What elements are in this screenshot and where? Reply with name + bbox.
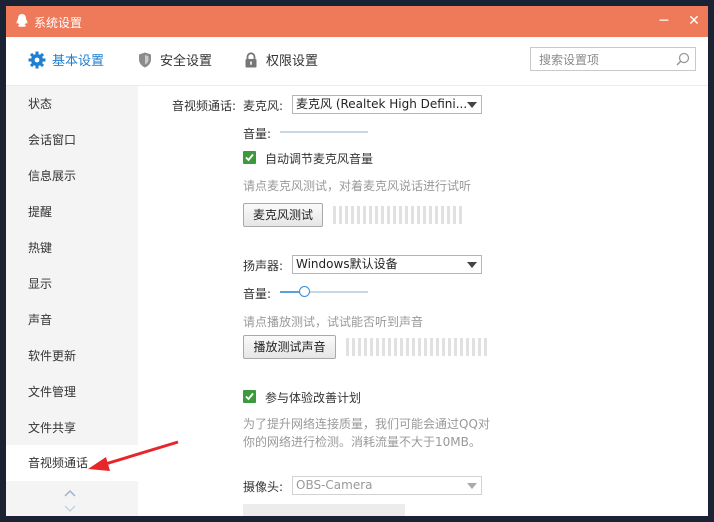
speaker-volume-label: 音量:	[243, 287, 272, 301]
av-section-label: 音视频通话:	[172, 99, 237, 113]
window-title: 系统设置	[34, 16, 83, 30]
gear-icon	[28, 51, 46, 69]
sidebar-item-info-display[interactable]: 信息展示	[6, 158, 138, 194]
sidebar-item-display[interactable]: 显示	[6, 266, 138, 302]
top-tab-bar: 基本设置 安全设置 权限设置	[6, 37, 708, 86]
improve-program-checkbox[interactable]	[243, 390, 256, 403]
tab-basic-settings-label: 基本设置	[52, 54, 105, 69]
tab-permission-settings[interactable]: 权限设置	[242, 51, 318, 71]
auto-adjust-checkbox[interactable]	[243, 151, 256, 164]
chevron-down-icon	[467, 483, 477, 489]
tab-security-settings[interactable]: 安全设置	[136, 51, 212, 71]
tab-permission-settings-label: 权限设置	[266, 54, 319, 69]
chevron-down-icon	[467, 102, 477, 108]
title-bar[interactable]: 系统设置 ─ ✕	[6, 6, 708, 37]
speaker-volume-thumb[interactable]	[299, 286, 310, 297]
speaker-test-button[interactable]: 播放测试声音	[243, 335, 336, 359]
sidebar-item-reminder[interactable]: 提醒	[6, 194, 138, 230]
mic-select[interactable]: 麦克风 (Realtek High Defini...	[292, 95, 482, 114]
lock-icon	[245, 52, 257, 68]
sidebar-item-file-management[interactable]: 文件管理	[6, 374, 138, 410]
improve-desc-line2: 你的网络进行检测。消耗流量不大于10MB。	[243, 435, 481, 449]
minimize-button[interactable]: ─	[654, 11, 674, 31]
speaker-label: 扬声器:	[243, 259, 284, 273]
improve-desc-line1: 为了提升网络连接质量，我们可能会通过QQ对	[243, 417, 490, 431]
scroll-up-icon[interactable]	[64, 488, 76, 498]
sidebar-item-status[interactable]: 状态	[6, 86, 138, 122]
mic-select-value: 麦克风 (Realtek High Defini...	[296, 97, 468, 111]
settings-window: 系统设置 ─ ✕ 基本设置 安全设置 权限设置 搜索设置项 状态 会话窗口 信息…	[6, 6, 708, 516]
mic-label: 麦克风:	[243, 99, 284, 113]
camera-preview	[243, 504, 405, 516]
auto-adjust-label: 自动调节麦克风音量	[265, 152, 374, 166]
speaker-select-value: Windows默认设备	[296, 257, 398, 271]
sidebar-item-chat-window[interactable]: 会话窗口	[6, 122, 138, 158]
camera-select-value: OBS-Camera	[296, 478, 373, 492]
sidebar-item-sound[interactable]: 声音	[6, 302, 138, 338]
qq-penguin-icon	[16, 14, 28, 27]
camera-label: 摄像头:	[243, 480, 284, 494]
improve-program-label: 参与体验改善计划	[265, 391, 362, 405]
settings-search-box[interactable]	[530, 47, 696, 71]
search-icon[interactable]	[676, 52, 690, 66]
speaker-select[interactable]: Windows默认设备	[292, 255, 482, 274]
sidebar-item-hotkeys[interactable]: 热键	[6, 230, 138, 266]
checkmark-icon	[245, 392, 254, 401]
speaker-test-hint: 请点播放测试，试试能否听到声音	[243, 315, 424, 329]
scroll-down-icon[interactable]	[64, 504, 76, 514]
checkmark-icon	[245, 153, 254, 162]
settings-content: 音视频通话: 麦克风: 麦克风 (Realtek High Defini... …	[138, 86, 708, 516]
mic-level-meter	[333, 206, 465, 224]
camera-select[interactable]: OBS-Camera	[292, 476, 482, 495]
close-button[interactable]: ✕	[684, 11, 704, 31]
search-input[interactable]	[537, 49, 671, 71]
mic-test-button[interactable]: 麦克风测试	[243, 203, 323, 227]
shield-icon	[139, 52, 151, 68]
mic-volume-slider[interactable]	[280, 131, 368, 133]
annotation-arrow-icon	[88, 440, 179, 471]
mic-volume-label: 音量:	[243, 127, 272, 141]
tab-basic-settings[interactable]: 基本设置	[28, 51, 104, 71]
chevron-down-icon	[467, 262, 477, 268]
mic-test-hint: 请点麦克风测试，对着麦克风说话进行试听	[243, 179, 472, 193]
tab-security-settings-label: 安全设置	[160, 54, 213, 69]
sidebar-item-software-update[interactable]: 软件更新	[6, 338, 138, 374]
speaker-level-meter	[346, 338, 490, 356]
